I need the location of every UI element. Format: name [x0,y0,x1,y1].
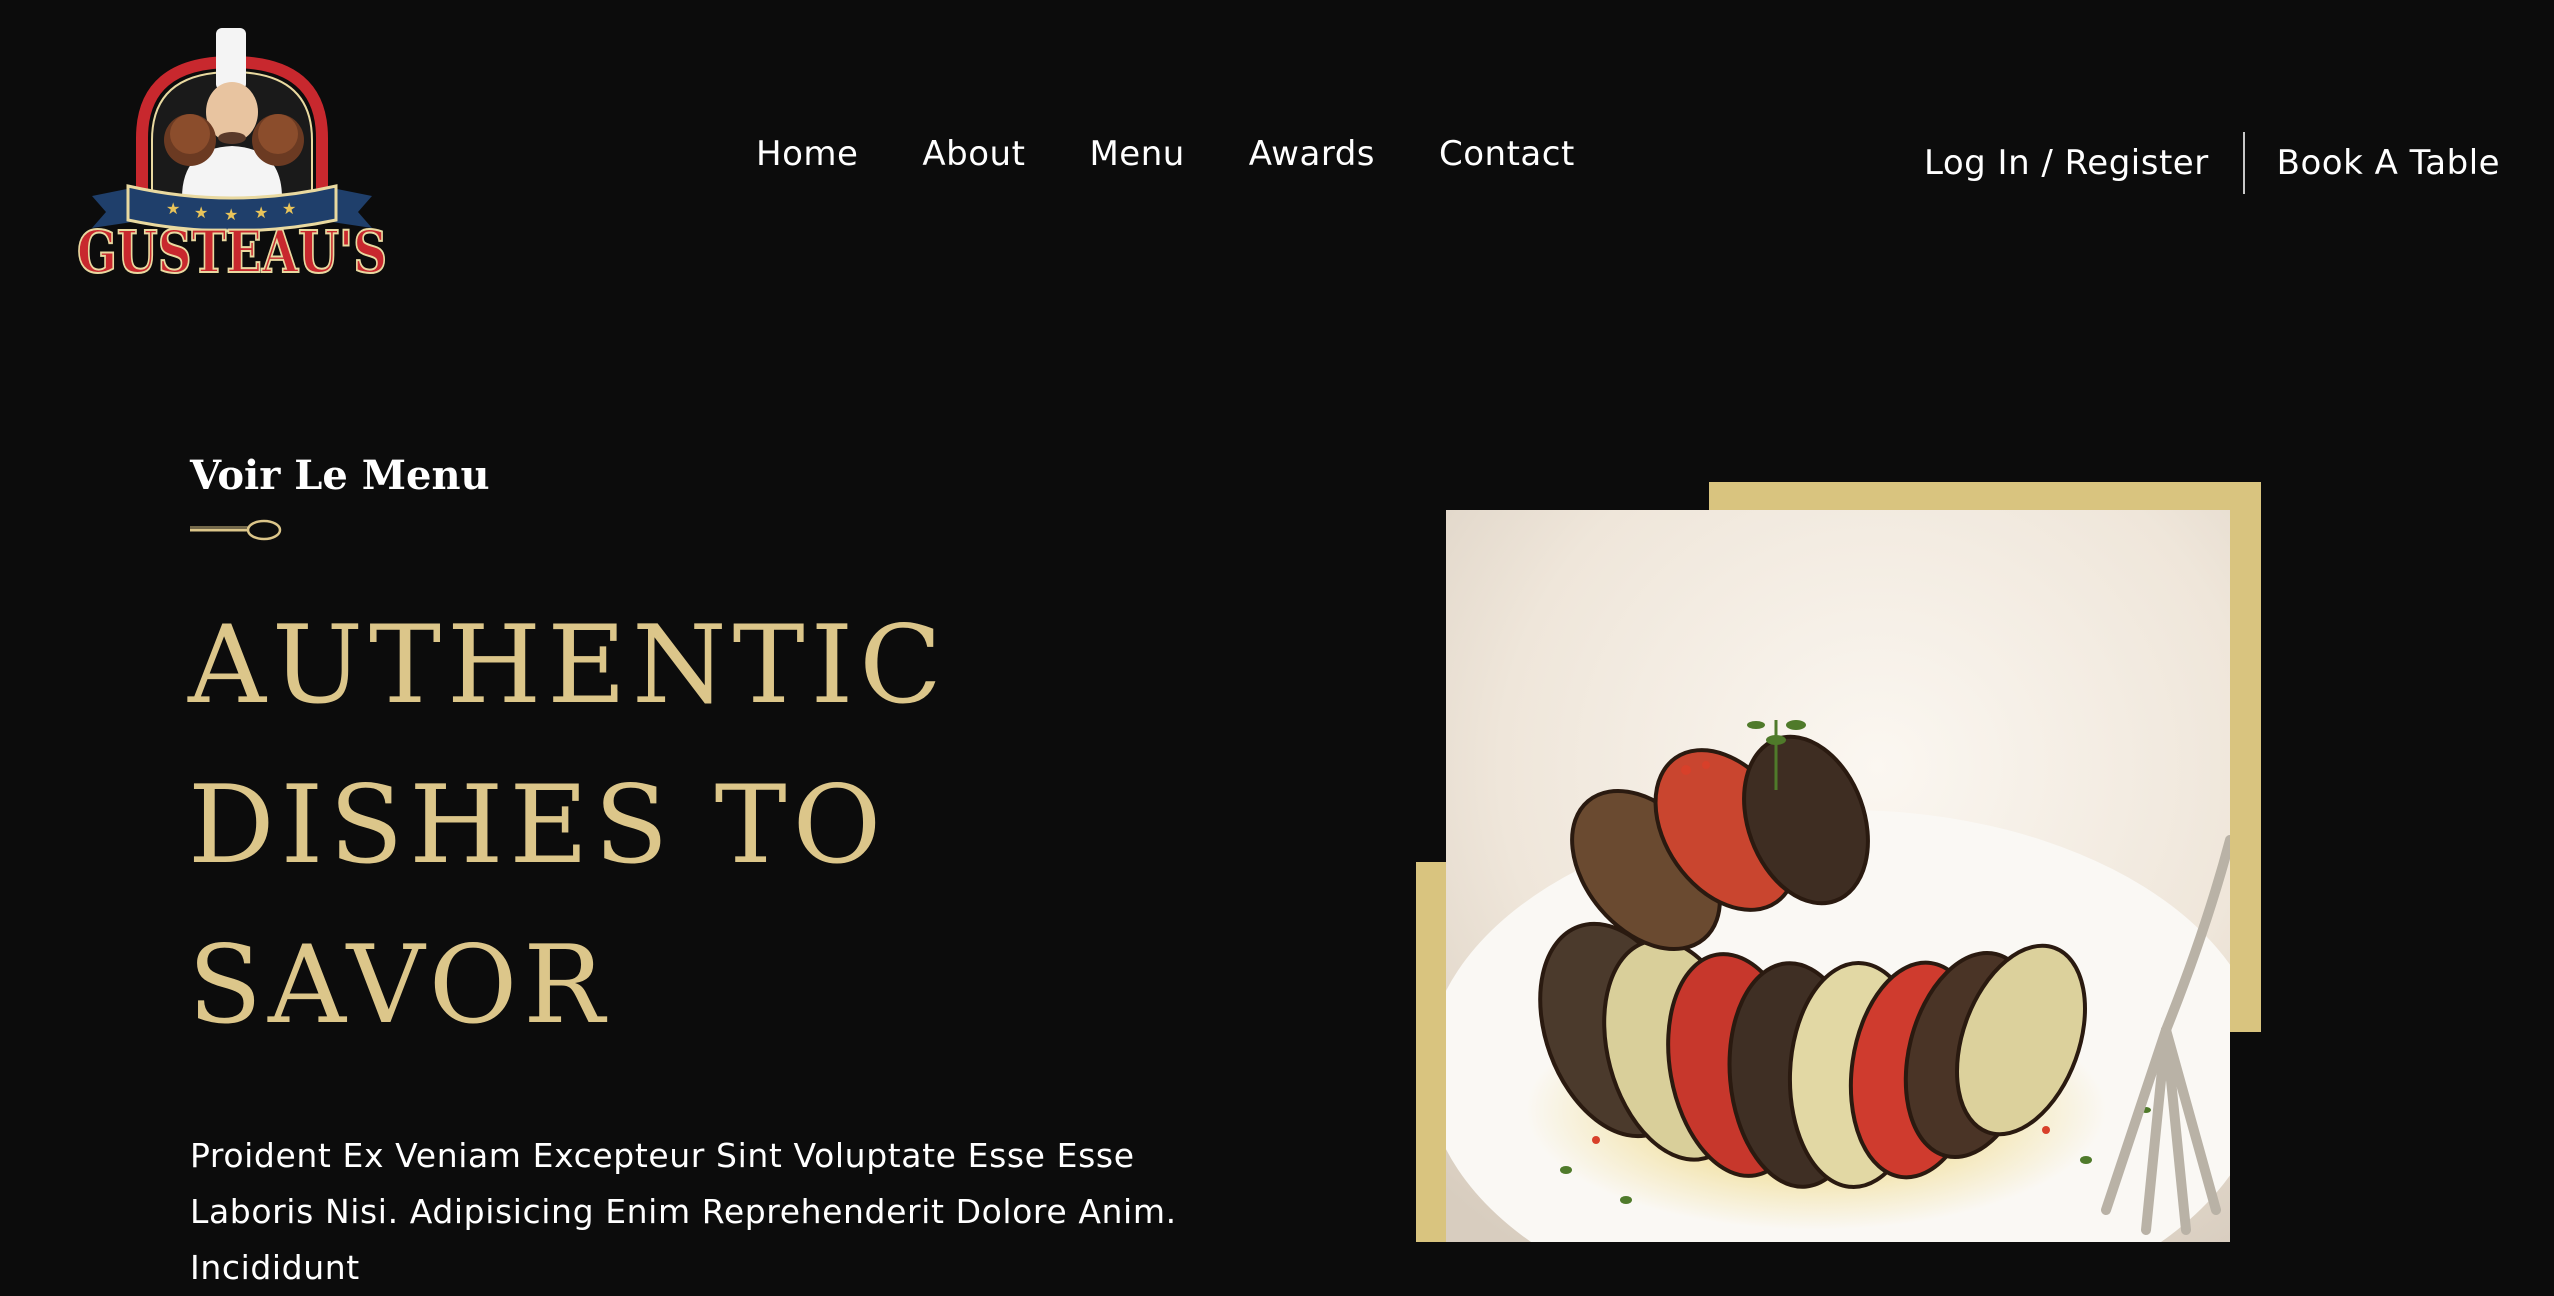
section-eyebrow: Voir Le Menu [190,452,490,499]
svg-text:★: ★ [166,199,180,218]
spoon-icon [190,519,282,541]
ratatouille-dish-image [1446,510,2230,1242]
headline-line-2: DISHES TO [188,763,888,888]
nav-about-link[interactable]: About [922,132,1025,176]
main-nav: Home About Menu Awards Contact [756,132,1639,176]
hero-headline: AUTHENTIC DISHES TO SAVOR [188,586,948,1066]
logo-wordmark: GUSTEAU'S [77,218,387,280]
nav-menu-link[interactable]: Menu [1089,132,1184,176]
headline-line-1: AUTHENTIC [188,603,948,728]
nav-contact-link[interactable]: Contact [1439,132,1575,176]
book-table-link[interactable]: Book A Table [2277,141,2500,185]
header-divider [2242,132,2245,194]
svg-text:★: ★ [282,199,296,218]
headline-line-3: SAVOR [188,923,611,1048]
nav-home-link[interactable]: Home [756,132,858,176]
nav-awards-link[interactable]: Awards [1249,132,1375,176]
gusteaus-logo[interactable]: ★ ★ ★ ★ ★ GUSTEAU'S [72,28,392,280]
login-register-link[interactable]: Log In / Register [1924,141,2209,185]
hero-description: Proident Ex Veniam Excepteur Sint Volupt… [190,1136,1177,1287]
header-actions: Log In / Register Book A Table [1924,132,2500,194]
